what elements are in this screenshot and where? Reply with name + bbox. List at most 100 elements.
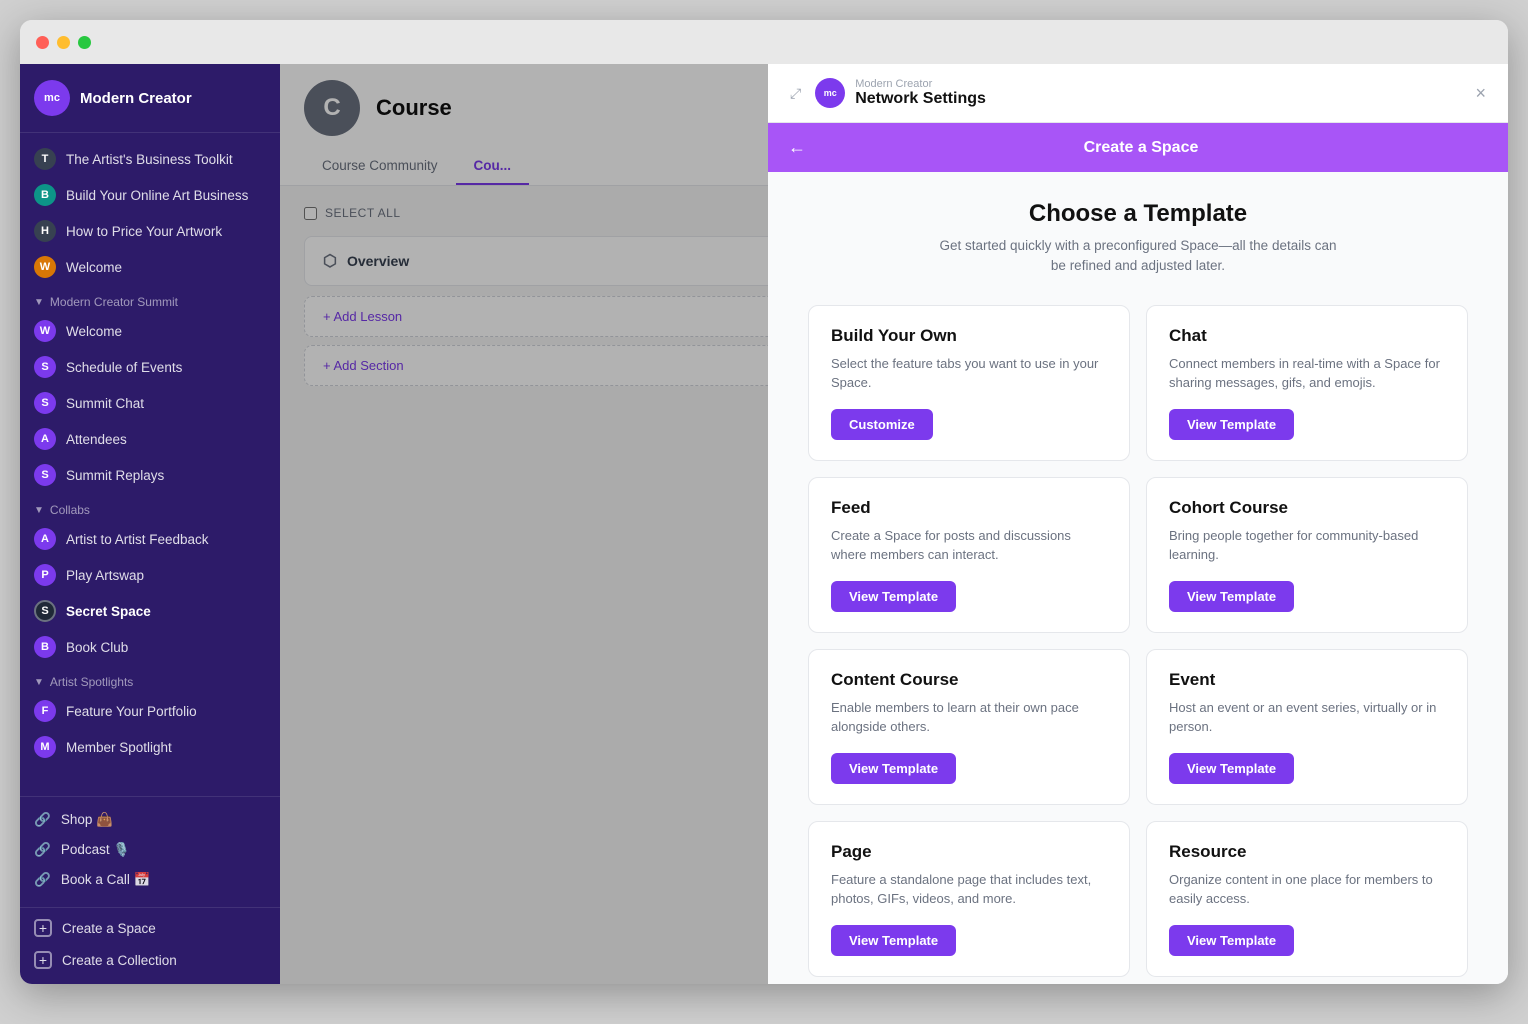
sidebar-item-label: Artist to Artist Feedback	[66, 532, 209, 547]
sidebar-item-label: Play Artswap	[66, 568, 144, 583]
external-link-icon: 🔗	[34, 842, 51, 858]
sidebar-item-summit-welcome[interactable]: W Welcome	[20, 313, 280, 349]
sidebar-create-space[interactable]: + Create a Space	[20, 912, 280, 944]
sidebar-item-label: Feature Your Portfolio	[66, 704, 197, 719]
create-label: Create a Space	[62, 921, 156, 936]
sidebar-item-artist-feedback[interactable]: A Artist to Artist Feedback	[20, 521, 280, 557]
sidebar-item-artists-business[interactable]: T The Artist's Business Toolkit	[20, 141, 280, 177]
template-desc: Create a Space for posts and discussions…	[831, 526, 1107, 565]
item-icon: W	[34, 256, 56, 278]
traffic-light-yellow[interactable]	[57, 36, 70, 49]
item-icon: S	[34, 600, 56, 622]
sidebar-items: T The Artist's Business Toolkit B Build …	[20, 133, 280, 796]
main-content: C Course Course Community Cou... SELECT …	[280, 64, 1508, 984]
sidebar-create-collection[interactable]: + Create a Collection	[20, 944, 280, 976]
network-modal-logo: mc	[815, 78, 845, 108]
traffic-light-red[interactable]	[36, 36, 49, 49]
sidebar-footer-shop[interactable]: 🔗 Shop 👜	[20, 805, 280, 835]
create-space-header: ← Create a Space	[768, 123, 1508, 172]
view-template-button-content-course[interactable]: View Template	[831, 753, 956, 784]
template-desc: Feature a standalone page that includes …	[831, 870, 1107, 909]
sidebar-section-modern-creator-summit[interactable]: ▼ Modern Creator Summit	[20, 285, 280, 313]
item-icon: P	[34, 564, 56, 586]
item-icon: A	[34, 428, 56, 450]
sidebar-footer-podcast[interactable]: 🔗 Podcast 🎙️	[20, 835, 280, 865]
sidebar-item-label: Secret Space	[66, 604, 151, 619]
sidebar-item-label: Schedule of Events	[66, 360, 182, 375]
item-icon: S	[34, 356, 56, 378]
sidebar-item-book-club[interactable]: B Book Club	[20, 629, 280, 665]
footer-label: Shop 👜	[61, 812, 113, 828]
sidebar-section-collabs[interactable]: ▼ Collabs	[20, 493, 280, 521]
sidebar-item-welcome[interactable]: W Welcome	[20, 249, 280, 285]
sidebar-item-attendees[interactable]: A Attendees	[20, 421, 280, 457]
view-template-button-page[interactable]: View Template	[831, 925, 956, 956]
external-link-icon: 🔗	[34, 872, 51, 888]
template-card-feed: Feed Create a Space for posts and discus…	[808, 477, 1130, 633]
template-title: Page	[831, 842, 1107, 862]
create-label: Create a Collection	[62, 953, 177, 968]
sidebar-item-schedule[interactable]: S Schedule of Events	[20, 349, 280, 385]
sidebar-logo: mc	[34, 80, 70, 116]
template-card-content-course: Content Course Enable members to learn a…	[808, 649, 1130, 805]
template-desc: Enable members to learn at their own pac…	[831, 698, 1107, 737]
sidebar-item-member-spotlight[interactable]: M Member Spotlight	[20, 729, 280, 765]
sidebar-item-label: Build Your Online Art Business	[66, 188, 248, 203]
sidebar-footer-book-a-call[interactable]: 🔗 Book a Call 📅	[20, 865, 280, 895]
sidebar-item-feature-portfolio[interactable]: F Feature Your Portfolio	[20, 693, 280, 729]
close-button[interactable]: ×	[1471, 79, 1490, 108]
sidebar-item-summit-chat[interactable]: S Summit Chat	[20, 385, 280, 421]
item-icon: F	[34, 700, 56, 722]
sidebar-item-play-artswap[interactable]: P Play Artswap	[20, 557, 280, 593]
network-modal-title-group: Modern Creator Network Settings	[855, 78, 1461, 108]
section-label: Collabs	[50, 503, 90, 517]
network-modal-title: Network Settings	[855, 90, 1461, 108]
item-icon: A	[34, 528, 56, 550]
expand-icon[interactable]: ⤢	[786, 81, 805, 106]
app-body: mc Modern Creator T The Artist's Busines…	[20, 64, 1508, 984]
create-space-title: Create a Space	[818, 139, 1464, 157]
sidebar-item-label: The Artist's Business Toolkit	[66, 152, 233, 167]
section-label: Artist Spotlights	[50, 675, 133, 689]
sidebar-item-build-online[interactable]: B Build Your Online Art Business	[20, 177, 280, 213]
item-icon: B	[34, 184, 56, 206]
network-modal-header: ⤢ mc Modern Creator Network Settings ×	[768, 64, 1508, 123]
sidebar-item-label: Member Spotlight	[66, 740, 172, 755]
item-icon: W	[34, 320, 56, 342]
sidebar-footer: 🔗 Shop 👜 🔗 Podcast 🎙️ 🔗 Book a Call 📅	[20, 796, 280, 907]
item-icon: H	[34, 220, 56, 242]
customize-button[interactable]: Customize	[831, 409, 933, 440]
template-desc: Bring people together for community-base…	[1169, 526, 1445, 565]
create-plus-icon: +	[34, 951, 52, 969]
sidebar: mc Modern Creator T The Artist's Busines…	[20, 64, 280, 984]
view-template-button-event[interactable]: View Template	[1169, 753, 1294, 784]
template-chooser-subtitle: Get started quickly with a preconfigured…	[808, 236, 1468, 277]
template-chooser-title: Choose a Template	[808, 200, 1468, 228]
template-desc: Select the feature tabs you want to use …	[831, 354, 1107, 393]
view-template-button-resource[interactable]: View Template	[1169, 925, 1294, 956]
view-template-button-chat[interactable]: View Template	[1169, 409, 1294, 440]
sidebar-item-summit-replays[interactable]: S Summit Replays	[20, 457, 280, 493]
template-title: Content Course	[831, 670, 1107, 690]
back-button[interactable]: ←	[788, 137, 806, 158]
traffic-light-green[interactable]	[78, 36, 91, 49]
template-card-chat: Chat Connect members in real-time with a…	[1146, 305, 1468, 461]
template-title: Resource	[1169, 842, 1445, 862]
template-desc: Organize content in one place for member…	[1169, 870, 1445, 909]
sidebar-item-label: Attendees	[66, 432, 127, 447]
template-card-cohort-course: Cohort Course Bring people together for …	[1146, 477, 1468, 633]
chevron-icon: ▼	[34, 505, 44, 516]
footer-label: Podcast 🎙️	[61, 842, 130, 858]
item-icon: S	[34, 392, 56, 414]
footer-label: Book a Call 📅	[61, 872, 151, 888]
chevron-icon: ▼	[34, 297, 44, 308]
template-title: Cohort Course	[1169, 498, 1445, 518]
sidebar-section-artist-spotlights[interactable]: ▼ Artist Spotlights	[20, 665, 280, 693]
template-card-build-your-own: Build Your Own Select the feature tabs y…	[808, 305, 1130, 461]
sidebar-item-how-price[interactable]: H How to Price Your Artwork	[20, 213, 280, 249]
sidebar-create-section: + Create a Space + Create a Collection	[20, 907, 280, 984]
view-template-button-feed[interactable]: View Template	[831, 581, 956, 612]
sidebar-item-secret-space[interactable]: S Secret Space	[20, 593, 280, 629]
network-modal-subtitle: Modern Creator	[855, 78, 1461, 90]
view-template-button-cohort[interactable]: View Template	[1169, 581, 1294, 612]
